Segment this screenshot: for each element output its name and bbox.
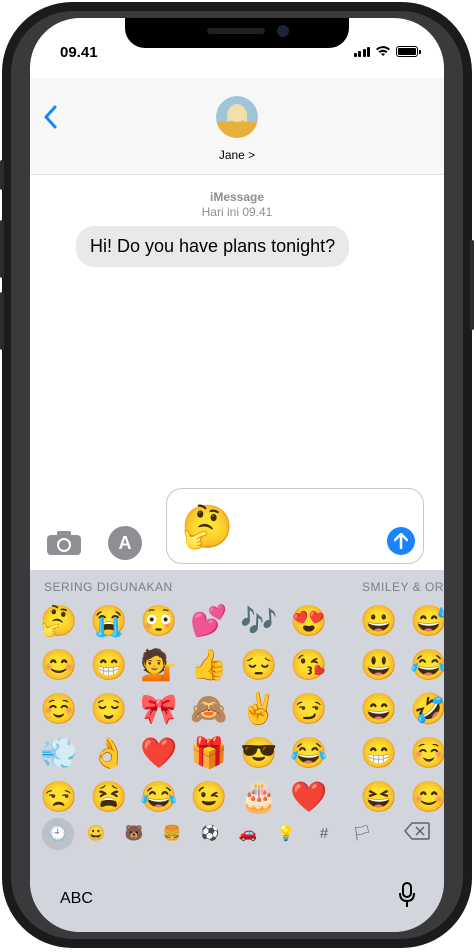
emoji-key[interactable]: 😁 — [354, 732, 404, 776]
compose-bar: A 🤔 — [30, 486, 444, 568]
emoji-key[interactable]: 😒 — [34, 776, 84, 820]
volume-up-button — [0, 220, 4, 278]
emoji-key[interactable]: 🤔 — [34, 600, 84, 644]
battery-icon — [396, 45, 421, 57]
emoji-key[interactable]: 🎶 — [234, 600, 284, 644]
emoji-key[interactable]: 😂 — [134, 776, 184, 820]
wifi-icon — [376, 46, 390, 56]
emoji-keyboard: SERING DIGUNAKAN SMILEY & OR 🤔 😭 😳 💕 🎶 😍 😊 😁 💁 👍 😔… — [30, 570, 444, 932]
emoji-key[interactable]: 😉 — [184, 776, 234, 820]
emoji-key[interactable]: 😁 — [84, 644, 134, 688]
emoji-key[interactable]: 😊 — [404, 776, 444, 820]
conversation-header: Jane > — [30, 78, 444, 175]
frequent-emoji-grid: 🤔 😭 😳 💕 🎶 😍 😊 😁 💁 👍 😔 😘 ☺️ 😌 🎀 🙈 ✌️ 😏 💨 👌 ❤️ 🎁 😎 😂 😒 😫 😂 😉 🎂 ❤️ — [34, 600, 334, 820]
emoji-key[interactable]: 😫 — [84, 776, 134, 820]
speaker-grille — [207, 28, 265, 34]
emoji-key[interactable]: 😭 — [84, 600, 134, 644]
emoji-key[interactable]: 😂 — [284, 732, 334, 776]
emoji-key[interactable]: 😍 — [284, 600, 334, 644]
emoji-key[interactable]: 😀 — [354, 600, 404, 644]
section-frequent-label: SERING DIGUNAKAN — [44, 580, 173, 594]
emoji-key[interactable]: 😘 — [284, 644, 334, 688]
emoji-key[interactable]: 😊 — [34, 644, 84, 688]
emoji-key[interactable]: ☺️ — [404, 732, 444, 776]
emoji-category-tab[interactable]: 🐻 — [115, 818, 153, 850]
emoji-category-tab[interactable]: 🚗 — [229, 818, 267, 850]
section-smileys-label: SMILEY & OR — [362, 580, 444, 594]
notch — [125, 18, 349, 48]
emoji-category-tab[interactable]: 🏳 — [343, 818, 381, 850]
emoji-key[interactable]: 😔 — [234, 644, 284, 688]
emoji-key[interactable]: 😄 — [354, 688, 404, 732]
abc-key[interactable]: ABC — [60, 890, 93, 908]
microphone-button[interactable] — [398, 882, 416, 914]
delete-key[interactable] — [404, 822, 430, 845]
camera-button[interactable] — [46, 530, 82, 556]
emoji-key[interactable]: 🎀 — [134, 688, 184, 732]
emoji-category-bar: 🕘 😀 🐻 🍔 ⚽ 🚗 💡 # 🏳 — [30, 816, 444, 852]
status-time: 09.41 — [60, 44, 98, 61]
smiley-emoji-grid: 😀 😅 😃 😂 😄 🤣 😁 ☺️ 😆 😊 — [354, 600, 444, 820]
emoji-key[interactable]: 💨 — [34, 732, 84, 776]
emoji-category-tab[interactable]: 🍔 — [153, 818, 191, 850]
emoji-key[interactable]: 👍 — [184, 644, 234, 688]
app-store-icon: A — [118, 533, 132, 553]
emoji-key[interactable]: ❤️ — [134, 732, 184, 776]
service-label: iMessage — [209, 190, 265, 204]
emoji-key[interactable]: 😂 — [404, 644, 444, 688]
emoji-key[interactable]: 👌 — [84, 732, 134, 776]
input-emoji: 🤔 — [181, 503, 234, 550]
emoji-key[interactable]: 💁 — [134, 644, 184, 688]
side-button — [470, 240, 474, 330]
microphone-icon — [399, 882, 415, 907]
delete-key-icon — [404, 822, 430, 840]
emoji-key[interactable]: ❤️ — [284, 776, 334, 820]
emoji-category-tab[interactable]: # — [305, 818, 343, 850]
emoji-key[interactable]: ☺️ — [34, 688, 84, 732]
emoji-key[interactable]: ✌️ — [234, 688, 284, 732]
camera-icon — [47, 531, 81, 555]
screen: 09.41 Jane > iMessage Hari ini 09.41 Hi!… — [30, 18, 444, 932]
emoji-key[interactable]: 😎 — [234, 732, 284, 776]
emoji-key[interactable]: 🙈 — [184, 688, 234, 732]
emoji-category-tab[interactable]: 🕘 — [42, 818, 74, 850]
emoji-key[interactable]: 💕 — [184, 600, 234, 644]
chevron-left-icon — [44, 105, 57, 129]
emoji-key[interactable]: 😆 — [354, 776, 404, 820]
emoji-key[interactable]: 🎂 — [234, 776, 284, 820]
emoji-key[interactable]: 🎁 — [184, 732, 234, 776]
emoji-key[interactable]: 😏 — [284, 688, 334, 732]
arrow-up-icon — [393, 532, 409, 550]
emoji-key[interactable]: 😅 — [404, 600, 444, 644]
message-timestamp: Hari ini 09.41 — [201, 205, 273, 219]
signal-icon — [353, 46, 370, 57]
emoji-category-tab[interactable]: 💡 — [267, 818, 305, 850]
back-button[interactable] — [44, 104, 58, 136]
send-button[interactable] — [387, 527, 415, 555]
volume-down-button — [0, 292, 4, 350]
emoji-category-tab[interactable]: 😀 — [77, 818, 115, 850]
mute-switch — [0, 160, 4, 190]
contact-avatar[interactable] — [216, 96, 258, 138]
emoji-key[interactable]: 😃 — [354, 644, 404, 688]
emoji-key[interactable]: 😳 — [134, 600, 184, 644]
emoji-category-tab[interactable]: ⚽ — [191, 818, 229, 850]
emoji-key[interactable]: 😌 — [84, 688, 134, 732]
incoming-message-bubble[interactable]: Hi! Do you have plans tonight? — [76, 226, 350, 267]
status-icons — [353, 44, 421, 58]
contact-name[interactable]: Jane > — [30, 148, 444, 162]
emoji-key[interactable]: 🤣 — [404, 688, 444, 732]
front-camera — [277, 25, 289, 37]
message-input[interactable]: 🤔 — [166, 488, 424, 564]
app-store-button[interactable]: A — [108, 526, 142, 560]
